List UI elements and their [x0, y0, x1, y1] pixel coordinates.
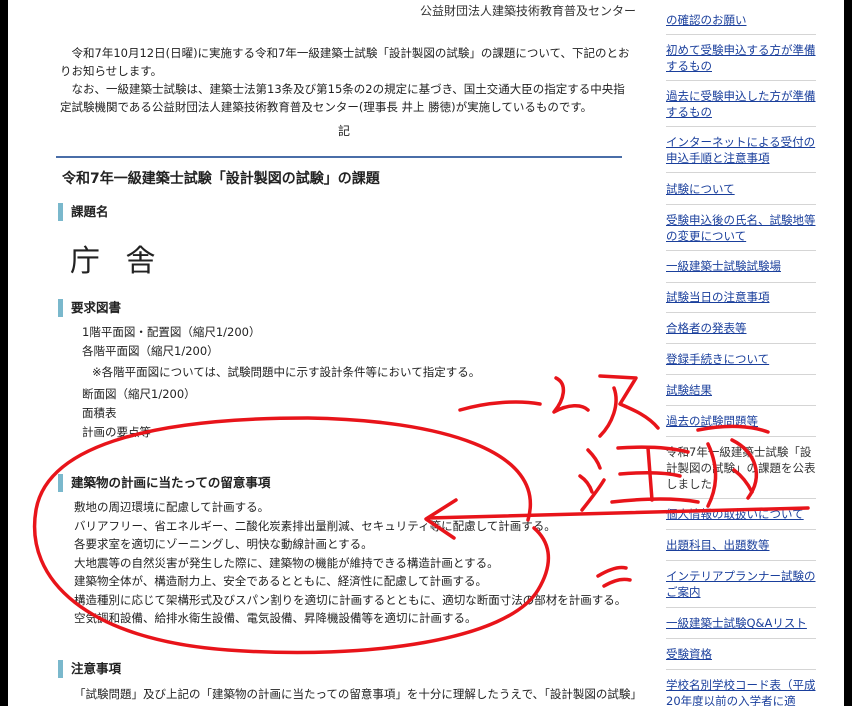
sidebar-divider [666, 282, 816, 283]
sidebar-link[interactable]: インターネットによる受付の申込手順と注意事項 [666, 134, 816, 166]
intro-paragraph-1: 令和7年10月12日(日曜)に実施する令和7年一級建築士試験「設計製図の試験」の… [60, 46, 630, 78]
note-item: バリアフリー、省エネルギー、二酸化炭素排出量削減、セキュリティ等に配慮して計画す… [74, 519, 556, 533]
note-item: 建築物全体が、構造耐力上、安全であるとともに、経済性に配慮して計画する。 [74, 574, 487, 588]
sidebar-link[interactable]: インテリアプランナー試験のご案内 [666, 568, 816, 600]
heading-drawings: 要求図書 [58, 299, 121, 317]
sidebar-divider [666, 436, 816, 437]
drawing-item: 各階平面図（縮尺1/200） [82, 344, 219, 358]
intro: 令和7年10月12日(日曜)に実施する令和7年一級建築士試験「設計製図の試験」の… [60, 44, 632, 116]
sidebar-current-item[interactable]: 令和7年一級建築士試験「設計製図の試験」の課題を公表しました [666, 444, 816, 492]
sidebar-divider [666, 374, 816, 375]
sidebar: の確認のお願い 初めて受験申込する方が準備するもの 過去に受験申込した方が準備す… [652, 0, 844, 706]
sidebar-link[interactable]: 初めて受験申込する方が準備するもの [666, 42, 816, 74]
sidebar-divider [666, 312, 816, 313]
note-item: 各要求室を適切にゾーニングし、明快な動線計画とする。 [74, 537, 373, 551]
sidebar-link[interactable]: 一級建築士試験試験場 [666, 258, 816, 274]
sidebar-link[interactable]: 過去に受験申込した方が準備するもの [666, 88, 816, 120]
heading-title: 課題名 [58, 203, 109, 221]
sidebar-link[interactable]: 試験結果 [666, 382, 816, 398]
page: 公益財団法人建築技術教育普及センター 令和7年10月12日(日曜)に実施する令和… [8, 0, 844, 706]
note-item: 構造種別に応じて架構形式及びスパン割りを適切に計画するとともに、適切な断面寸法の… [74, 593, 627, 607]
sidebar-divider [666, 204, 816, 205]
sidebar-divider [666, 172, 816, 173]
sidebar-link[interactable]: 一級建築士試験Q&Aリスト [666, 615, 816, 631]
main-content: 公益財団法人建築技術教育普及センター 令和7年10月12日(日曜)に実施する令和… [8, 0, 648, 706]
note-item: 空気調和設備、給排水衛生設備、電気設備、昇降機設備等を適切に計画する。 [74, 611, 477, 625]
section-title: 令和7年一級建築士試験「設計製図の試験」の課題 [56, 156, 622, 190]
sidebar-link[interactable]: 過去の試験問題等 [666, 413, 816, 429]
heading-caution: 注意事項 [58, 660, 121, 678]
sidebar-divider [666, 498, 816, 499]
sidebar-link[interactable]: 出題科目、出題数等 [666, 537, 816, 553]
sidebar-divider [666, 669, 816, 670]
sidebar-divider [666, 529, 816, 530]
org-name: 公益財団法人建築技術教育普及センター [420, 4, 637, 18]
sidebar-link[interactable]: 試験当日の注意事項 [666, 289, 816, 305]
caution-text: 「試験問題」及び上記の「建築物の計画に当たっての留意事項」を十分に理解したうえで… [74, 687, 642, 701]
sidebar-link[interactable]: 登録手続きについて [666, 351, 816, 367]
title-value: 庁 舎 [70, 244, 164, 279]
sidebar-link[interactable]: 受験資格 [666, 646, 816, 662]
sidebar-divider [666, 34, 816, 35]
drawing-item: 計画の要点等 [82, 425, 151, 439]
intro-paragraph-2: なお、一級建築士試験は、建築士法第13条及び第15条の2の規定に基づき、国土交通… [60, 82, 625, 114]
drawing-item: 1階平面図・配置図（縮尺1/200） [82, 325, 261, 339]
sidebar-link[interactable]: 学校名別学校コード表（平成20年度以前の入学者に適 [666, 677, 816, 706]
sidebar-divider [666, 80, 816, 81]
sidebar-link[interactable]: 個人情報の取扱いについて [666, 506, 816, 522]
sidebar-link[interactable]: 合格者の発表等 [666, 320, 816, 336]
sidebar-divider [666, 405, 816, 406]
drawing-note: ※各階平面図については、試験問題中に示す設計条件等において指定する。 [92, 365, 481, 379]
sidebar-divider [666, 250, 816, 251]
sidebar-link[interactable]: 受験申込後の氏名、試験地等の変更について [666, 212, 816, 244]
sidebar-link[interactable]: の確認のお願い [666, 12, 816, 28]
note-item: 大地震等の自然災害が発生した際に、建築物の機能が維持できる構造計画とする。 [74, 556, 499, 570]
sidebar-divider [666, 638, 816, 639]
heading-notes: 建築物の計画に当たっての留意事項 [58, 474, 270, 492]
note-item: 敷地の周辺環境に配慮して計画する。 [74, 500, 270, 514]
sidebar-link[interactable]: 試験について [666, 181, 816, 197]
drawing-item: 断面図（縮尺1/200） [82, 387, 196, 401]
sidebar-divider [666, 560, 816, 561]
sidebar-divider [666, 343, 816, 344]
ki-mark: 記 [338, 124, 351, 138]
sidebar-divider [666, 607, 816, 608]
drawing-item: 面積表 [82, 406, 117, 420]
sidebar-divider [666, 126, 816, 127]
